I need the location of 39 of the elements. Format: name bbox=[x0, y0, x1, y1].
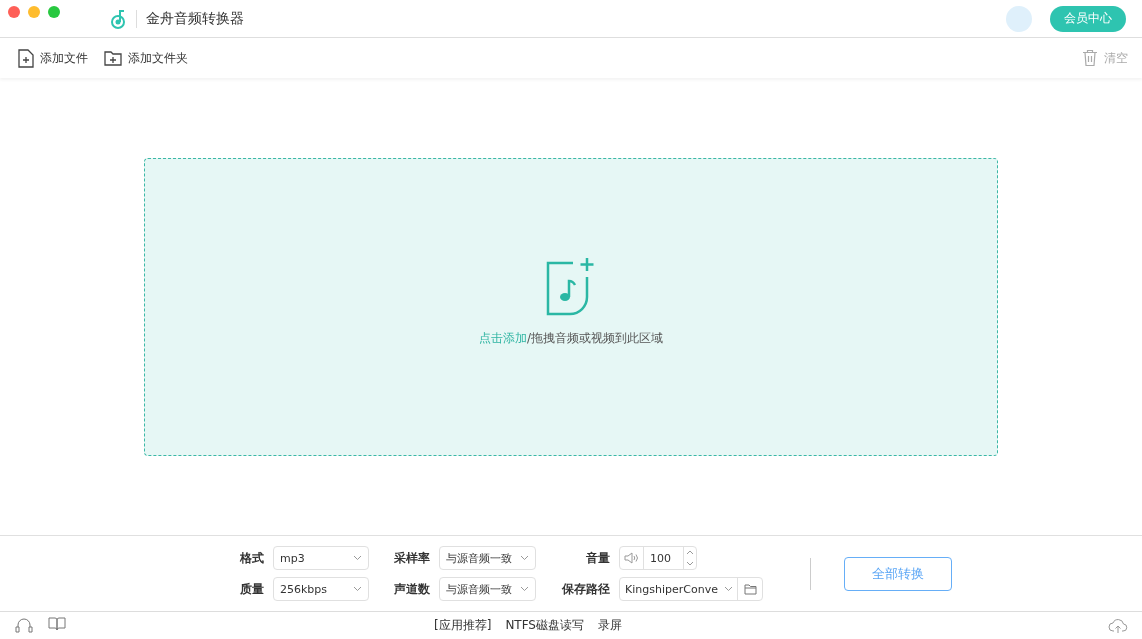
dropdown[interactable]: 与源音频一致 bbox=[439, 577, 536, 601]
setting-label: 声道数 bbox=[393, 580, 430, 598]
chevron-down-icon bbox=[353, 555, 362, 561]
chevron-down-icon bbox=[520, 555, 529, 561]
close-button[interactable] bbox=[8, 5, 20, 18]
window-title: 金舟音频转换器 bbox=[146, 9, 244, 28]
book-icon[interactable] bbox=[48, 616, 66, 631]
setting-label: 保存路径 bbox=[562, 580, 610, 598]
speaker-icon bbox=[624, 552, 639, 564]
drop-instruction: 点击添加/拖拽音频或视频到此区域 bbox=[478, 330, 663, 347]
headset-icon[interactable] bbox=[14, 616, 34, 635]
dropdown[interactable]: 256kbps bbox=[273, 577, 369, 601]
chevron-down-icon bbox=[520, 586, 529, 592]
dropdown[interactable]: 与源音频一致 bbox=[439, 546, 536, 570]
setting-label: 音量 bbox=[585, 549, 610, 567]
minimize-button[interactable] bbox=[28, 5, 40, 18]
add-folder-icon bbox=[104, 50, 122, 66]
setting-label: 格式 bbox=[239, 549, 264, 567]
cloud-upload-icon[interactable] bbox=[1108, 617, 1128, 634]
footer-link[interactable]: 录屏 bbox=[598, 617, 622, 634]
add-music-file-icon bbox=[546, 258, 596, 316]
chevron-down-icon bbox=[353, 586, 362, 592]
folder-icon bbox=[743, 583, 757, 595]
spinner-arrows-icon[interactable] bbox=[686, 549, 694, 567]
add-file-icon bbox=[18, 48, 34, 68]
chevron-down-icon bbox=[724, 586, 733, 592]
add-file-button[interactable]: 添加文件 bbox=[18, 48, 88, 68]
drop-zone[interactable]: 点击添加/拖拽音频或视频到此区域 bbox=[144, 157, 998, 456]
setting-label: 质量 bbox=[239, 580, 264, 598]
zoom-button[interactable] bbox=[48, 5, 60, 18]
music-note-logo-icon bbox=[110, 8, 128, 29]
add-folder-button[interactable]: 添加文件夹 bbox=[104, 49, 188, 67]
trash-icon bbox=[1082, 49, 1098, 67]
footer-link[interactable]: [应用推荐] bbox=[434, 617, 492, 634]
footer-link[interactable]: NTFS磁盘读写 bbox=[505, 617, 584, 634]
save-path-field[interactable]: KingshiperConve bbox=[619, 577, 763, 601]
dropdown[interactable]: mp3 bbox=[273, 546, 369, 570]
setting-label: 采样率 bbox=[393, 549, 430, 567]
volume-field[interactable]: 100 bbox=[619, 546, 697, 570]
